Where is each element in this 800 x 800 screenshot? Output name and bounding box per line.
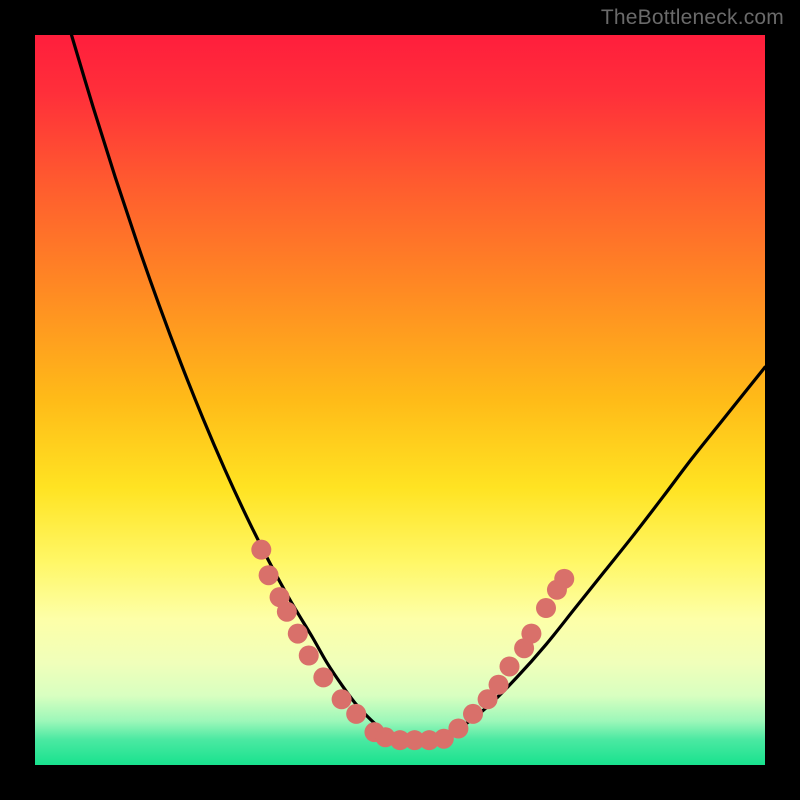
curve-marker — [288, 624, 308, 644]
curve-marker — [536, 598, 556, 618]
curve-marker — [332, 689, 352, 709]
bottleneck-chart — [0, 0, 800, 800]
curve-marker — [251, 540, 271, 560]
chart-container: TheBottleneck.com — [0, 0, 800, 800]
curve-marker — [554, 569, 574, 589]
watermark-text: TheBottleneck.com — [601, 6, 784, 30]
curve-marker — [346, 704, 366, 724]
curve-marker — [299, 646, 319, 666]
curve-marker — [521, 624, 541, 644]
curve-marker — [500, 656, 520, 676]
curve-marker — [489, 675, 509, 695]
curve-marker — [259, 565, 279, 585]
plot-background — [35, 35, 765, 765]
curve-marker — [277, 602, 297, 622]
curve-marker — [463, 704, 483, 724]
curve-marker — [313, 667, 333, 687]
curve-marker — [448, 719, 468, 739]
